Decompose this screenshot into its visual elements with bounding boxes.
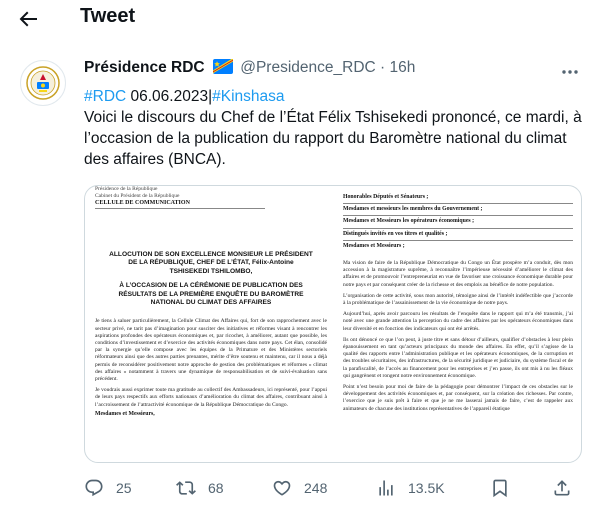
bookmark-icon (493, 479, 507, 498)
doc-paragraph: Je tiens à saluer particulièrement, la C… (95, 318, 327, 383)
author-name[interactable]: Présidence RDC (84, 59, 205, 76)
document-page-right: Honorables Députés et Sénateurs ; Mesdam… (343, 186, 573, 462)
hashtag-rdc[interactable]: #RDC (84, 88, 126, 105)
tweet-actions: 25 68 248 13.5K (0, 472, 598, 504)
doc-divider (343, 227, 573, 229)
salutation-line: Mesdames et Messieurs les opérateurs éco… (343, 218, 475, 225)
doc-subtitle: À L’OCCASION DE LA CÉRÉMONIE DE PUBLICAT… (118, 282, 304, 307)
tweet-media-image[interactable]: Présidence de la République Cabinet du P… (84, 185, 582, 463)
reply-button[interactable]: 25 (84, 472, 132, 504)
doc-paragraph: L’organisation de cette activité, sous m… (343, 292, 573, 307)
drc-flag-icon (211, 58, 234, 79)
doc-header-line1: Présidence de la République (95, 186, 158, 192)
doc-divider (95, 208, 265, 209)
more-options-icon[interactable] (560, 62, 580, 82)
salutation-line: Mesdames et messieurs les membres du Gou… (343, 206, 483, 213)
tweet-date: 06.06.2023| (126, 88, 213, 105)
avatar[interactable] (20, 60, 66, 106)
page-title: Tweet (80, 5, 136, 27)
salutation-line: Distingués invités en vos titres et qual… (343, 230, 448, 237)
retweet-button[interactable]: 68 (176, 472, 224, 504)
views-chart-icon (379, 480, 393, 496)
view-count: 13.5K (408, 480, 445, 496)
salutation-line: Honorables Députés et Sénateurs ; (343, 194, 429, 200)
tweet-body: #RDC 06.06.2023|#Kinshasa Voici le disco… (84, 86, 584, 170)
doc-paragraph: Ma vision de faire de la République Démo… (343, 260, 573, 288)
doc-paragraph: Point n’est besoin pour moi de faire de … (343, 384, 573, 412)
doc-header-line2: Cabinet du Président de la République (95, 193, 180, 199)
doc-divider (343, 215, 573, 217)
tweet-tags-line: #RDC 06.06.2023|#Kinshasa (84, 86, 584, 107)
reply-icon (85, 479, 103, 497)
doc-divider (343, 203, 573, 205)
meta-separator: · (380, 59, 386, 76)
like-count: 248 (304, 480, 328, 496)
back-arrow-icon[interactable] (16, 7, 40, 31)
share-icon (554, 480, 570, 496)
tweet-text: Voici le discours du Chef de l’État Féli… (84, 109, 582, 168)
doc-salutations: Honorables Députés et Sénateurs ; Mesdam… (343, 194, 573, 250)
doc-divider (343, 239, 573, 241)
doc-paragraph: Ils ont dénoncé ce que l’on peut, à just… (343, 336, 573, 379)
tweet-meta: Présidence RDC @Presidence_RDC · 16h (84, 58, 416, 79)
heart-icon (273, 480, 291, 496)
tweet-time[interactable]: 16h (390, 59, 416, 76)
document-page-left: Présidence de la République Cabinet du P… (95, 186, 327, 462)
author-handle[interactable]: @Presidence_RDC (240, 59, 375, 76)
doc-closing: Mesdames et Messieurs, (95, 410, 155, 417)
presidency-seal-icon (26, 66, 60, 100)
bookmark-button[interactable] (490, 472, 510, 504)
doc-title: ALLOCUTION DE SON EXCELLENCE MONSIEUR LE… (109, 251, 313, 275)
doc-paragraph: Aujourd’hui, après avoir parcouru les ré… (343, 311, 573, 332)
like-button[interactable]: 248 (272, 472, 327, 504)
doc-paragraph: Je voudrais aussi exprimer toute ma grat… (95, 387, 327, 408)
retweet-count: 68 (208, 480, 224, 496)
top-bar: Tweet (0, 0, 598, 38)
doc-header-heading: CELLULE DE COMMUNICATION (95, 200, 190, 206)
reply-count: 25 (116, 480, 132, 496)
views-button[interactable]: 13.5K (376, 472, 445, 504)
hashtag-kinshasa[interactable]: #Kinshasa (212, 88, 284, 105)
share-button[interactable] (552, 472, 572, 504)
retweet-icon (176, 481, 196, 495)
salutation-line: Mesdames et Messieurs ; (343, 242, 405, 249)
